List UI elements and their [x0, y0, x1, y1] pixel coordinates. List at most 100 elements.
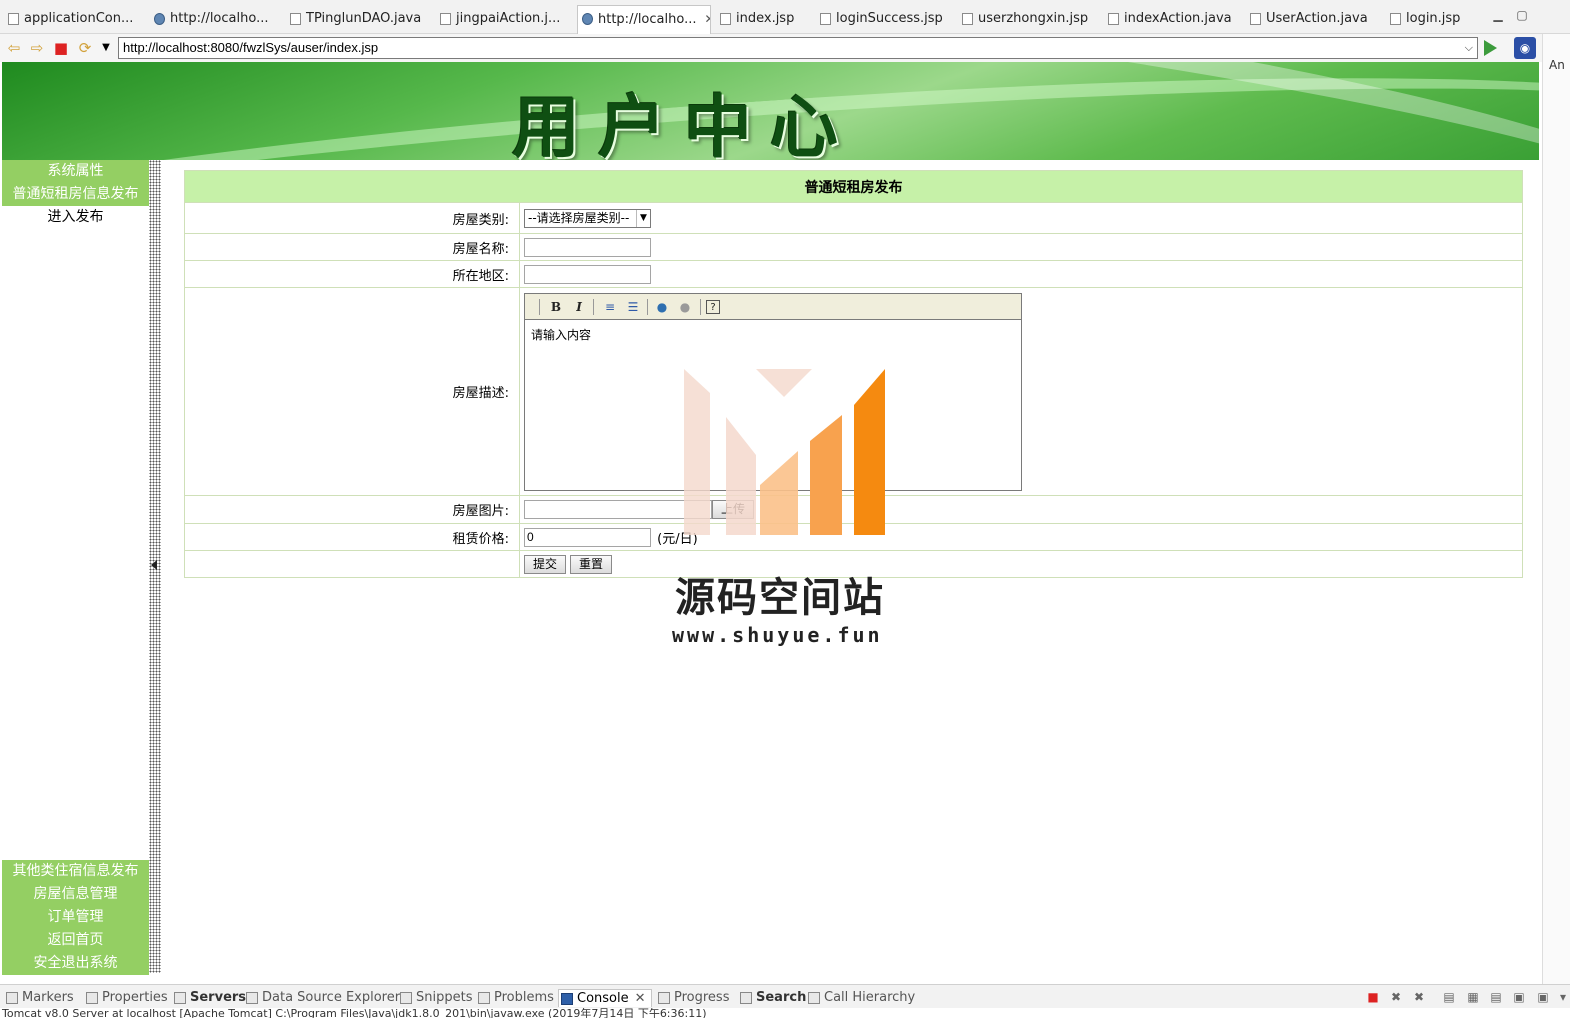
pin-console-icon[interactable]: ▣	[1512, 990, 1526, 1004]
gutter-label: An	[1549, 58, 1565, 72]
link-icon[interactable]: ●	[653, 298, 671, 316]
maximize-icon[interactable]: ▢	[1515, 8, 1529, 22]
scroll-lock-icon[interactable]: ▦	[1466, 990, 1480, 1004]
menu-section-house-management[interactable]: 房屋信息管理	[2, 883, 149, 906]
tab-label: Progress	[674, 990, 730, 1005]
toolbar-separator	[647, 298, 648, 315]
browser-menu-icon[interactable]: ◉	[1514, 37, 1536, 59]
url-text: http://localhost:8080/fwzlSys/auser/inde…	[123, 40, 379, 55]
forward-icon[interactable]: ⇨	[27, 38, 47, 58]
editor-tab[interactable]: index.jsp	[716, 6, 812, 32]
menu-section-system[interactable]: 系统属性	[2, 160, 149, 183]
menu-item-enter-publish[interactable]: 进入发布	[2, 206, 149, 229]
logo-bar	[854, 369, 885, 535]
banner-title: 用户中心	[512, 88, 857, 160]
unlink-icon[interactable]: ●	[676, 298, 694, 316]
editor-tab-active[interactable]: http://localho... ✕	[577, 5, 711, 34]
submit-button[interactable]: 提交	[524, 554, 567, 574]
tab-label: login.jsp	[1406, 11, 1461, 26]
bold-icon[interactable]: B	[547, 298, 565, 316]
menu-section-home[interactable]: 返回首页	[2, 929, 149, 952]
editor-tab[interactable]: login.jsp	[1386, 6, 1480, 32]
menu-section-short-rent[interactable]: 普通短租房信息发布	[2, 183, 149, 206]
editor-tab[interactable]: http://localho...	[150, 6, 280, 32]
tab-call-hierarchy[interactable]: Call Hierarchy	[806, 989, 915, 1007]
back-icon[interactable]: ⇦	[4, 38, 24, 58]
editor-tab[interactable]: applicationCon...	[4, 6, 144, 32]
house-type-value: --请选择房屋类别--	[528, 210, 630, 225]
tab-servers[interactable]: Servers	[172, 989, 246, 1007]
italic-icon[interactable]: I	[570, 298, 588, 316]
toolbar-separator	[539, 298, 540, 315]
editor-tab[interactable]: UserAction.java	[1246, 6, 1380, 32]
editor-tab[interactable]: jingpaiAction.j...	[436, 6, 572, 32]
url-input[interactable]: http://localhost:8080/fwzlSys/auser/inde…	[118, 37, 1478, 59]
tab-label: applicationCon...	[24, 11, 134, 26]
ordered-list-icon[interactable]: ≡	[601, 298, 619, 316]
word-wrap-icon[interactable]: ▤	[1489, 990, 1503, 1004]
image-label: 房屋图片:	[184, 495, 520, 524]
display-console-icon[interactable]: ▣	[1536, 990, 1550, 1004]
problems-icon	[478, 992, 490, 1004]
frame-splitter[interactable]	[149, 160, 161, 973]
properties-icon	[86, 992, 98, 1004]
tab-markers[interactable]: Markers	[4, 989, 74, 1007]
region-input[interactable]	[524, 264, 651, 284]
type-label: 房屋类别:	[184, 202, 520, 234]
tab-progress[interactable]: Progress	[656, 989, 729, 1007]
editor-tab[interactable]: loginSuccess.jsp	[816, 6, 956, 32]
price-label: 租赁价格:	[184, 523, 520, 551]
menu-section-orders[interactable]: 订单管理	[2, 906, 149, 929]
clear-console-icon[interactable]: ▤	[1442, 990, 1456, 1004]
editor-tab-bar: applicationCon... http://localho... TPin…	[0, 0, 1570, 34]
help-icon[interactable]: ?	[706, 299, 720, 314]
console-status-line: Tomcat v8.0 Server at localhost [Apache …	[2, 1008, 707, 1018]
go-icon[interactable]	[1484, 40, 1497, 56]
area-label: 所在地区:	[184, 260, 520, 288]
house-name-input[interactable]	[524, 237, 651, 257]
remove-launch-icon[interactable]: ✖	[1389, 990, 1403, 1004]
open-console-icon[interactable]: ▾	[1556, 990, 1570, 1004]
menu-section-other-lodging[interactable]: 其他类住宿信息发布	[2, 860, 149, 883]
servers-icon	[174, 992, 186, 1004]
unordered-list-icon[interactable]: ☰	[624, 298, 642, 316]
tab-snippets[interactable]: Snippets	[398, 989, 472, 1007]
desc-label: 房屋描述:	[184, 287, 520, 496]
toolbar-separator	[700, 298, 701, 315]
reset-button[interactable]: 重置	[570, 554, 613, 574]
refresh-icon[interactable]: ⟳	[75, 38, 95, 58]
editor-tab[interactable]: TPinglunDAO.java	[286, 6, 432, 32]
tab-label: jingpaiAction.j...	[456, 11, 561, 26]
collapse-arrow-icon[interactable]	[151, 560, 157, 570]
chevron-down-icon[interactable]: ⌵	[1465, 38, 1473, 58]
tab-problems[interactable]: Problems	[476, 989, 554, 1007]
house-type-select[interactable]: --请选择房屋类别-- ▼	[524, 208, 651, 228]
logo-chevron	[756, 369, 812, 397]
form-title: 普通短租房发布	[184, 170, 1523, 203]
tab-search[interactable]: Search	[738, 989, 806, 1007]
jsp-file-icon	[1390, 13, 1401, 25]
editor-tab[interactable]: indexAction.java	[1104, 6, 1244, 32]
globe-icon	[154, 13, 165, 25]
tab-data-source-explorer[interactable]: Data Source Explorer	[244, 989, 400, 1007]
stop-icon[interactable]: ■	[51, 38, 71, 58]
progress-icon	[658, 992, 670, 1004]
tab-label: TPinglunDAO.java	[306, 11, 422, 26]
menu-section-logout[interactable]: 安全退出系统	[2, 952, 149, 975]
remove-all-icon[interactable]: ✖	[1412, 990, 1426, 1004]
snippets-icon	[400, 992, 412, 1004]
tab-properties[interactable]: Properties	[84, 989, 168, 1007]
description-textarea[interactable]: 请输入内容	[525, 320, 1021, 349]
java-file-icon	[1250, 13, 1261, 25]
minimize-icon[interactable]: ▁	[1491, 8, 1505, 22]
editor-tab[interactable]: userzhongxin.jsp	[958, 6, 1100, 32]
terminate-icon[interactable]: ■	[1366, 990, 1380, 1004]
tab-console[interactable]: Console ✕	[558, 989, 652, 1007]
globe-icon	[582, 13, 593, 25]
chevron-down-icon[interactable]: ▼	[96, 38, 116, 58]
close-tab-icon[interactable]: ✕	[704, 6, 710, 32]
close-tab-icon[interactable]: ✕	[635, 991, 646, 1006]
tab-label: loginSuccess.jsp	[836, 11, 943, 26]
tab-label: Servers	[190, 990, 247, 1005]
price-input[interactable]: 0	[524, 527, 651, 547]
